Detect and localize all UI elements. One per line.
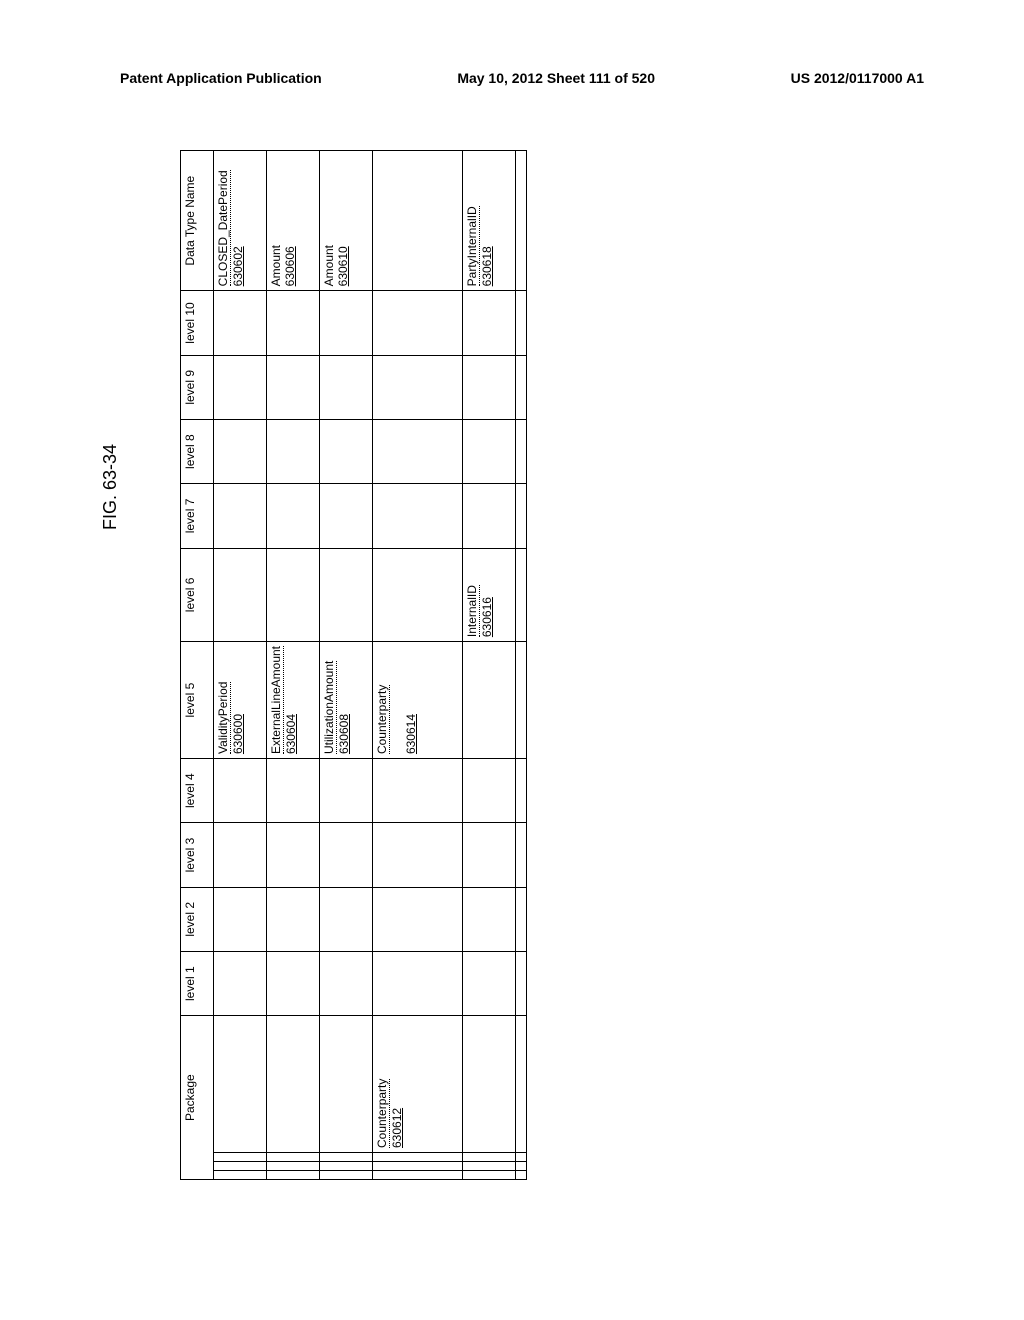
col-level4: level 4 bbox=[181, 759, 214, 823]
table-row: Counterparty 630612 Counterparty 630614 bbox=[373, 151, 463, 1180]
table-row: InternalID 630616 PartyInternalID 630618 bbox=[463, 151, 516, 1180]
table-row bbox=[516, 151, 527, 1180]
col-level6: level 6 bbox=[181, 548, 214, 642]
data-table: Package level 1 level 2 level 3 level 4 … bbox=[180, 150, 527, 1180]
cell-level5-num: 630608 bbox=[337, 714, 351, 754]
col-level2: level 2 bbox=[181, 887, 214, 951]
cell-level6: InternalID bbox=[465, 585, 480, 637]
table-row: ExternalLineAmount 630604 Amount 630606 bbox=[267, 151, 320, 1180]
col-level1: level 1 bbox=[181, 951, 214, 1015]
cell-datatype-num: 630618 bbox=[480, 246, 494, 286]
col-package: Package bbox=[181, 1016, 214, 1180]
cell-datatype: PartyInternalID bbox=[465, 206, 480, 286]
cell-level5-num: 630600 bbox=[231, 714, 245, 754]
cell-level5-num: 630614 bbox=[404, 714, 418, 754]
cell-level5: UtilizationAmount bbox=[322, 661, 337, 754]
cell-datatype-num: 630610 bbox=[336, 246, 350, 286]
col-level7: level 7 bbox=[181, 484, 214, 548]
table-row: UtilizationAmount 630608 Amount 630610 bbox=[320, 151, 373, 1180]
cell-level5: ExternalLineAmount bbox=[269, 646, 284, 754]
col-datatype: Data Type Name bbox=[181, 151, 214, 291]
cell-level6-num: 630616 bbox=[480, 597, 494, 637]
table-row: ValidityPeriod 630600 CLOSED_DatePeriod … bbox=[214, 151, 267, 1180]
col-level10: level 10 bbox=[181, 291, 214, 355]
cell-datatype: Amount bbox=[322, 245, 336, 286]
cell-level5-num: 630604 bbox=[284, 714, 298, 754]
cell-package-num: 630612 bbox=[390, 1108, 404, 1148]
cell-datatype: CLOSED_DatePeriod bbox=[216, 170, 231, 286]
figure-label: FIG. 63-34 bbox=[100, 444, 121, 530]
cell-level5: Counterparty bbox=[375, 685, 390, 754]
header-right: US 2012/0117000 A1 bbox=[791, 70, 924, 86]
col-level3: level 3 bbox=[181, 823, 214, 887]
col-level8: level 8 bbox=[181, 419, 214, 483]
cell-datatype-num: 630606 bbox=[283, 246, 297, 286]
header-left: Patent Application Publication bbox=[120, 70, 322, 86]
cell-datatype-num: 630602 bbox=[231, 246, 245, 286]
cell-datatype: Amount bbox=[269, 245, 283, 286]
cell-package: Counterparty bbox=[375, 1079, 390, 1148]
col-level5: level 5 bbox=[181, 642, 214, 759]
cell-level5: ValidityPeriod bbox=[216, 682, 231, 754]
col-level9: level 9 bbox=[181, 355, 214, 419]
header-middle: May 10, 2012 Sheet 111 of 520 bbox=[457, 70, 655, 86]
